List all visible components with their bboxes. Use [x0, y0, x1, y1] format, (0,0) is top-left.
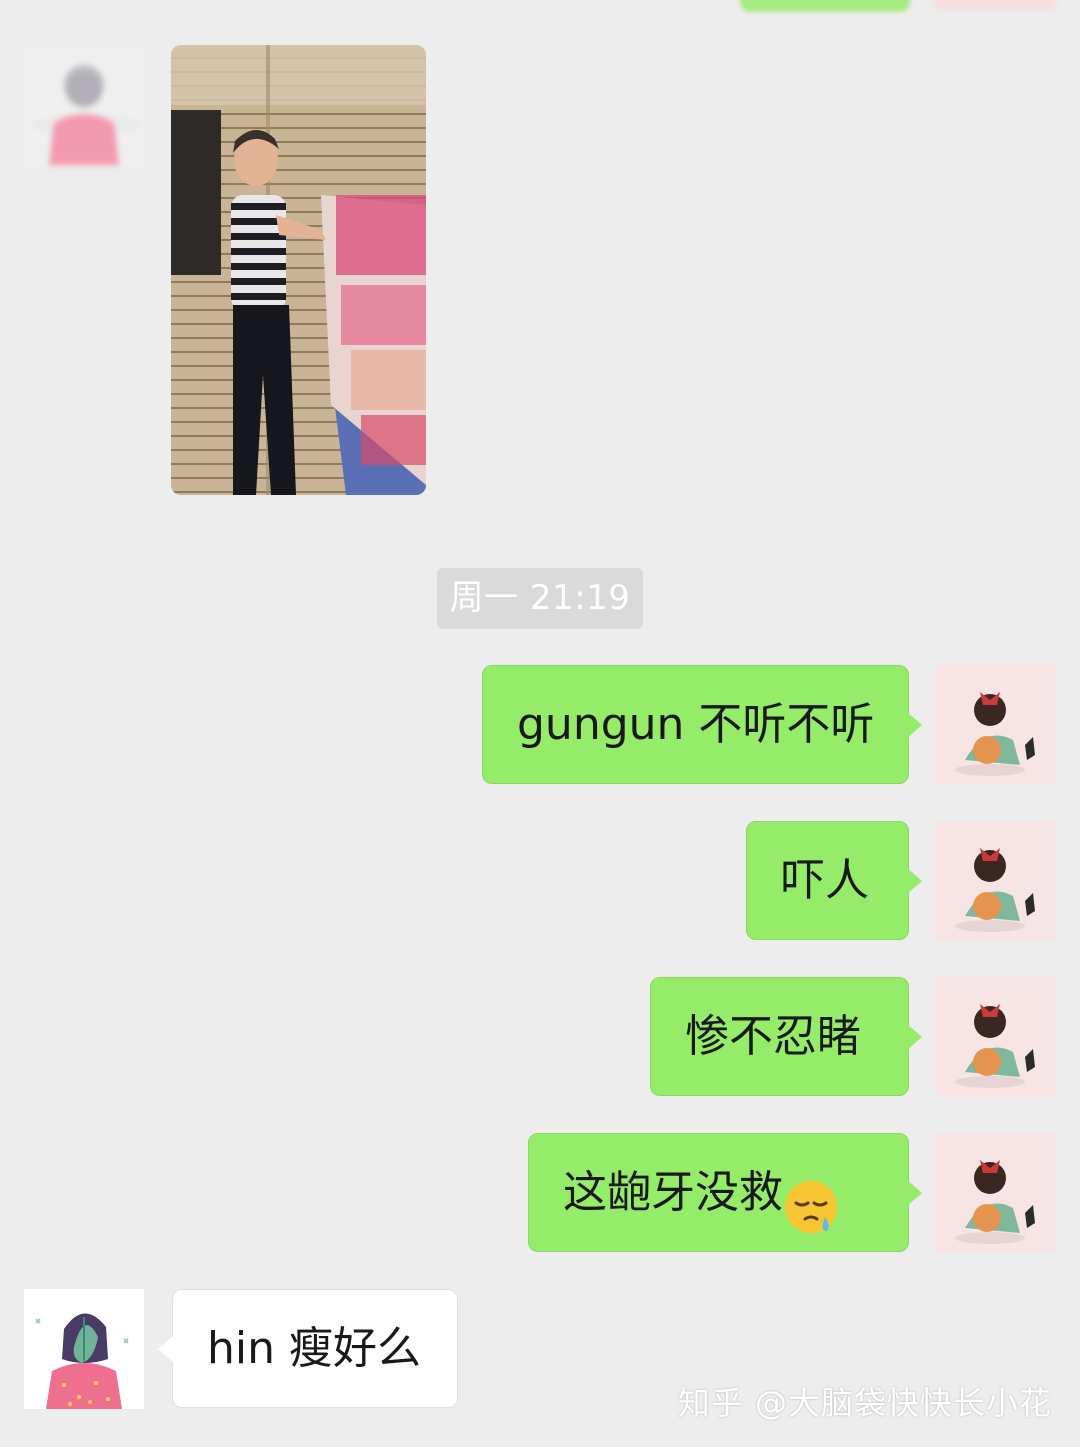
sleepy-face-emoji	[783, 1162, 839, 1233]
message-text: 这龅牙没救	[563, 1167, 783, 1218]
self-message-bubble[interactable]: gungun 不听不听	[482, 665, 922, 784]
message-text: gungun 不听不听	[517, 699, 875, 750]
self-avatar[interactable]	[935, 977, 1055, 1097]
contact-avatar-blurred[interactable]	[24, 45, 144, 165]
message-timestamp: 周一 21:19	[437, 568, 643, 629]
contact-avatar[interactable]	[24, 1289, 144, 1409]
message-text: 惨不忍睹	[685, 1011, 861, 1062]
photo-message[interactable]	[171, 45, 426, 495]
self-message-bubble[interactable]: 这龅牙没救	[528, 1133, 922, 1252]
self-avatar[interactable]	[935, 665, 1055, 785]
contact-message-bubble[interactable]: hin 瘦好么	[158, 1289, 458, 1408]
self-avatar[interactable]	[935, 821, 1055, 941]
watermark: 知乎 @大脑袋快快长小花	[677, 1384, 1052, 1422]
self-message-bubble[interactable]: 惨不忍睹	[650, 977, 922, 1096]
message-text: hin 瘦好么	[207, 1323, 421, 1374]
message-text: 吓人	[781, 855, 869, 906]
self-avatar[interactable]	[935, 1133, 1055, 1253]
self-message-bubble[interactable]: 吓人	[746, 821, 922, 940]
previous-message-bubble	[740, 0, 910, 12]
previous-self-avatar	[935, 0, 1055, 10]
